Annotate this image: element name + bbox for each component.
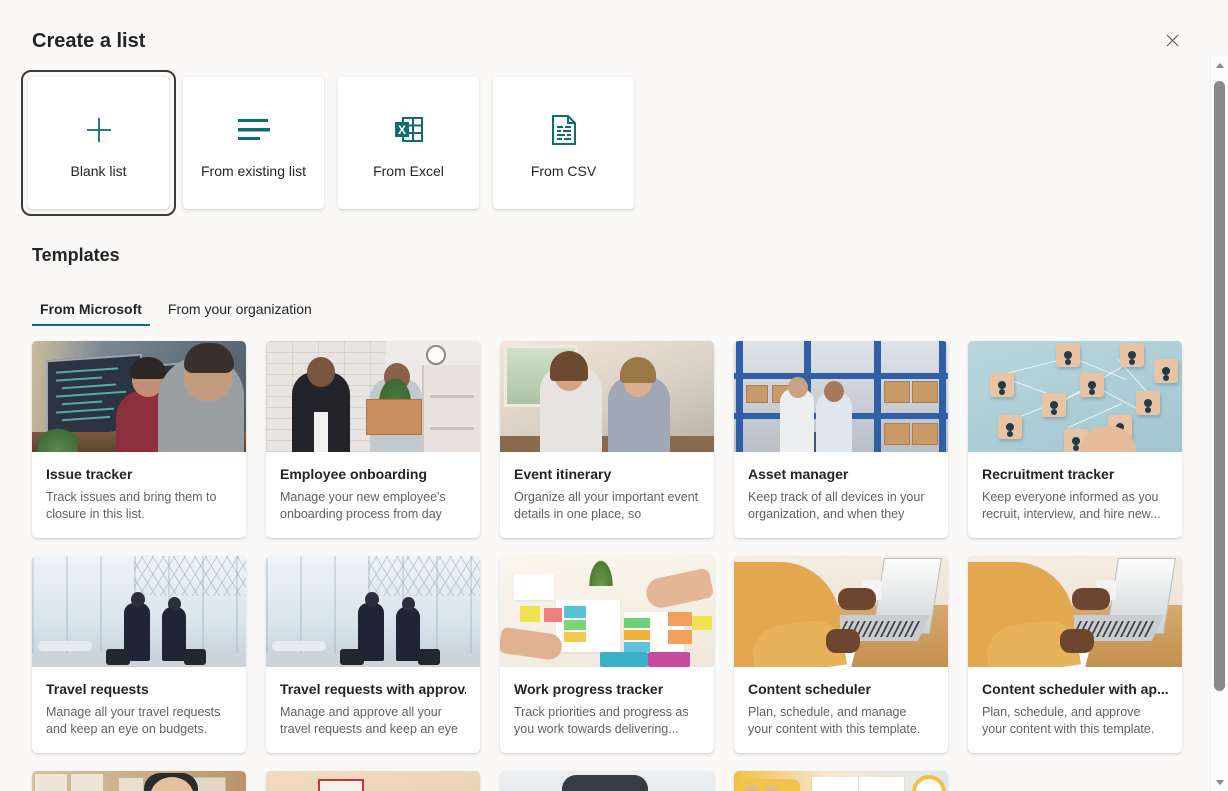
- template-thumbnail: [734, 771, 948, 791]
- create-option-from-existing-list[interactable]: From existing list: [176, 70, 331, 216]
- create-option-label: From CSV: [531, 163, 596, 179]
- close-icon[interactable]: [1156, 24, 1188, 56]
- vertical-scrollbar[interactable]: [1210, 56, 1228, 791]
- template-description: Track priorities and progress as you wor…: [514, 704, 700, 738]
- templates-heading: Templates: [32, 245, 120, 266]
- template-thumbnail: [734, 556, 948, 667]
- templates-tablist: From Microsoft From your organization: [32, 292, 330, 326]
- template-description: Manage your new employee's onboarding pr…: [280, 489, 466, 523]
- create-option-label: Blank list: [70, 163, 126, 179]
- scrollbar-thumb[interactable]: [1214, 81, 1225, 691]
- template-name: Work progress tracker: [514, 680, 700, 698]
- template-card-travel-requests[interactable]: Travel requests Manage all your travel r…: [32, 556, 246, 753]
- template-name: Travel requests: [46, 680, 232, 698]
- create-option-label: From Excel: [373, 163, 444, 179]
- template-description: Keep track of all devices in your organi…: [748, 489, 934, 523]
- close-x-glyph: [1166, 34, 1179, 47]
- dialog-scroll-area: Create a list Blank list: [0, 0, 1210, 791]
- template-name: Issue tracker: [46, 465, 232, 483]
- template-thumbnail: [500, 771, 714, 791]
- template-description: Keep everyone informed as you recruit, i…: [982, 489, 1168, 523]
- template-card-content-scheduler-with-approvals[interactable]: Content scheduler with ap... Plan, sched…: [968, 556, 1182, 753]
- template-name: Recruitment tracker: [982, 465, 1168, 483]
- template-card-asset-manager[interactable]: Asset manager Keep track of all devices …: [734, 341, 948, 538]
- template-thumbnail: [500, 556, 714, 667]
- template-description: Manage all your travel requests and keep…: [46, 704, 232, 738]
- tab-from-your-organization[interactable]: From your organization: [160, 301, 320, 326]
- template-card-event-itinerary[interactable]: Event itinerary Organize all your import…: [500, 341, 714, 538]
- template-card-partial[interactable]: [734, 771, 948, 791]
- template-thumbnail: [32, 341, 246, 452]
- create-option-from-csv[interactable]: From CSV: [486, 70, 641, 216]
- template-card-partial[interactable]: [266, 771, 480, 791]
- template-card-partial[interactable]: [32, 771, 246, 791]
- template-description: Organize all your important event detail…: [514, 489, 700, 523]
- template-name: Event itinerary: [514, 465, 700, 483]
- scroll-down-arrow-icon[interactable]: [1211, 773, 1228, 791]
- excel-icon: X: [393, 107, 425, 153]
- template-card-travel-requests-with-approvals[interactable]: Travel requests with approv... Manage an…: [266, 556, 480, 753]
- template-name: Employee onboarding: [280, 465, 466, 483]
- template-name: Travel requests with approv...: [280, 680, 466, 698]
- template-thumbnail: [32, 771, 246, 791]
- template-card-partial[interactable]: [500, 771, 714, 791]
- list-lines-icon: [237, 107, 271, 153]
- template-name: Content scheduler: [748, 680, 934, 698]
- template-thumbnail: [968, 556, 1182, 667]
- create-options-row: Blank list From existing list: [21, 70, 641, 216]
- template-thumbnail: [500, 341, 714, 452]
- template-card-content-scheduler[interactable]: Content scheduler Plan, schedule, and ma…: [734, 556, 948, 753]
- template-name: Content scheduler with ap...: [982, 680, 1168, 698]
- template-description: Track issues and bring them to closure i…: [46, 489, 232, 523]
- template-card-employee-onboarding[interactable]: Employee onboarding Manage your new empl…: [266, 341, 480, 538]
- create-option-blank-list[interactable]: Blank list: [21, 70, 176, 216]
- scroll-up-arrow-icon[interactable]: [1211, 56, 1228, 74]
- create-option-label: From existing list: [201, 163, 306, 179]
- template-thumbnail: [32, 556, 246, 667]
- plus-icon: [84, 107, 114, 153]
- tab-from-microsoft[interactable]: From Microsoft: [32, 301, 150, 326]
- template-thumbnail: [968, 341, 1182, 452]
- template-thumbnail: [266, 771, 480, 791]
- template-thumbnail: [266, 341, 480, 452]
- template-card-work-progress-tracker[interactable]: Work progress tracker Track priorities a…: [500, 556, 714, 753]
- template-name: Asset manager: [748, 465, 934, 483]
- template-description: Manage and approve all your travel reque…: [280, 704, 466, 738]
- template-card-recruitment-tracker[interactable]: Recruitment tracker Keep everyone inform…: [968, 341, 1182, 538]
- template-grid: Issue tracker Track issues and bring the…: [32, 341, 1182, 791]
- template-thumbnail: [734, 341, 948, 452]
- create-list-dialog: Create a list Blank list: [0, 0, 1228, 791]
- template-description: Plan, schedule, and manage your content …: [748, 704, 934, 738]
- csv-document-icon: [550, 107, 578, 153]
- page-title: Create a list: [32, 30, 145, 53]
- create-option-from-excel[interactable]: X From Excel: [331, 70, 486, 216]
- template-card-issue-tracker[interactable]: Issue tracker Track issues and bring the…: [32, 341, 246, 538]
- template-description: Plan, schedule, and approve your content…: [982, 704, 1168, 738]
- svg-text:X: X: [397, 123, 405, 137]
- template-thumbnail: [266, 556, 480, 667]
